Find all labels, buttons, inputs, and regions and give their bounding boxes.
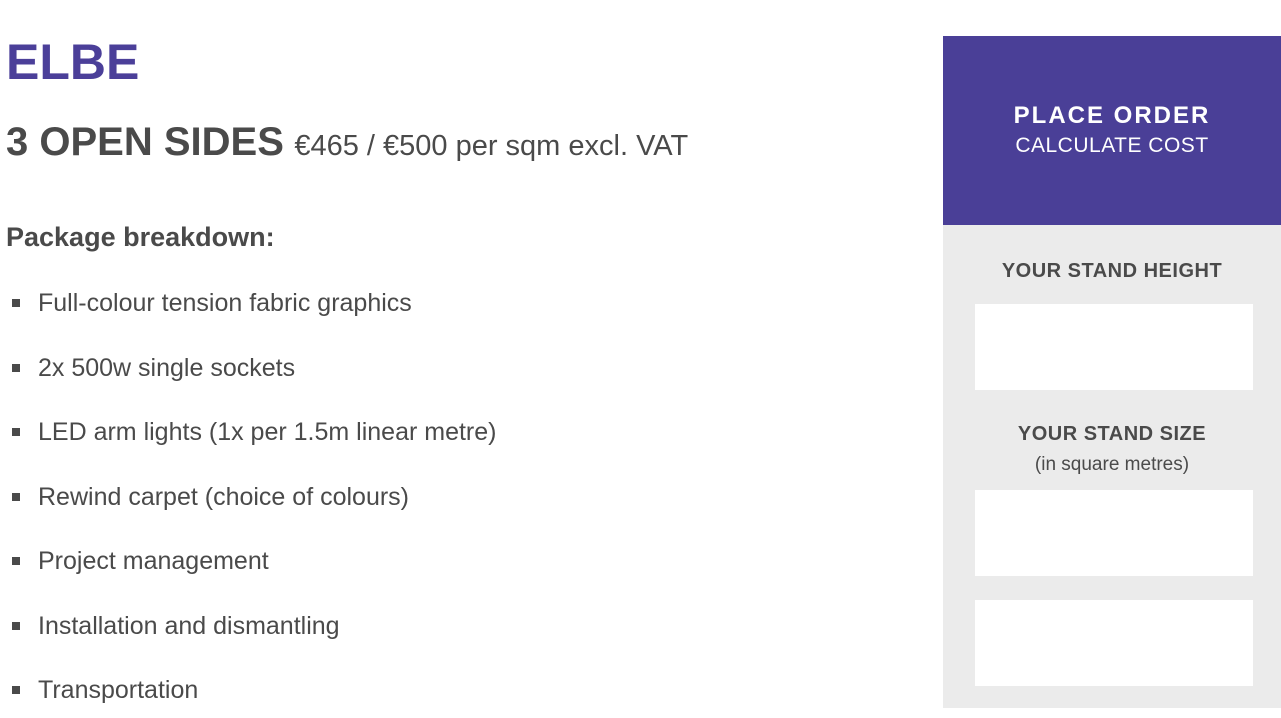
stand-size-input[interactable] <box>975 490 1253 576</box>
feature-label: LED arm lights (1x per 1.5m linear metre… <box>38 418 497 446</box>
product-title: ELBE <box>6 34 140 90</box>
feature-label: 2x 500w single sockets <box>38 353 296 382</box>
calculate-cost-label: CALCULATE COST <box>1015 134 1209 157</box>
bullet-icon <box>12 492 20 501</box>
configuration-label: 3 OPEN SIDES <box>6 120 284 164</box>
stand-size-label: YOUR STAND SIZE <box>1017 423 1207 445</box>
stand-height-input[interactable] <box>975 304 1253 390</box>
list-item: Rewind carpet (choice of colours) <box>12 475 496 540</box>
price-text: €465 / €500 per sqm excl. VAT <box>294 130 689 162</box>
package-breakdown-heading: Package breakdown: <box>6 222 275 252</box>
place-order-button[interactable]: PLACE ORDER CALCULATE COST <box>943 36 1281 225</box>
bullet-icon <box>12 363 20 372</box>
feature-label: Full-colour tension fabric graphics <box>38 289 412 317</box>
bullet-icon <box>12 557 20 565</box>
stand-size-note: (in square metres) <box>1034 454 1190 475</box>
list-item: LED arm lights (1x per 1.5m linear metre… <box>12 410 496 475</box>
feature-label: Rewind carpet (choice of colours) <box>38 482 409 511</box>
bullet-icon <box>12 686 20 694</box>
list-item: Installation and dismantling <box>12 604 496 669</box>
bullet-icon <box>12 621 20 630</box>
list-item: Project management <box>12 539 496 604</box>
list-item: 2x 500w single sockets <box>12 346 496 411</box>
bullet-icon <box>12 428 20 436</box>
list-item: Transportation <box>12 668 496 718</box>
place-order-label: PLACE ORDER <box>1013 102 1211 129</box>
feature-label: Transportation <box>38 676 199 704</box>
feature-label: Project management <box>38 547 269 575</box>
bullet-icon <box>12 299 20 307</box>
product-page: ELBE 3 OPEN SIDES €465 / €500 per sqm ex… <box>0 0 1281 718</box>
product-subtitle: 3 OPEN SIDES €465 / €500 per sqm excl. V… <box>6 118 688 175</box>
feature-label: Installation and dismantling <box>38 611 340 640</box>
order-sidebar: PLACE ORDER CALCULATE COST YOUR STAND HE… <box>943 36 1281 708</box>
stand-height-label: YOUR STAND HEIGHT <box>1001 260 1223 282</box>
package-feature-list: Full-colour tension fabric graphics 2x 5… <box>12 281 496 718</box>
additional-input[interactable] <box>975 600 1253 686</box>
list-item: Full-colour tension fabric graphics <box>12 281 496 346</box>
